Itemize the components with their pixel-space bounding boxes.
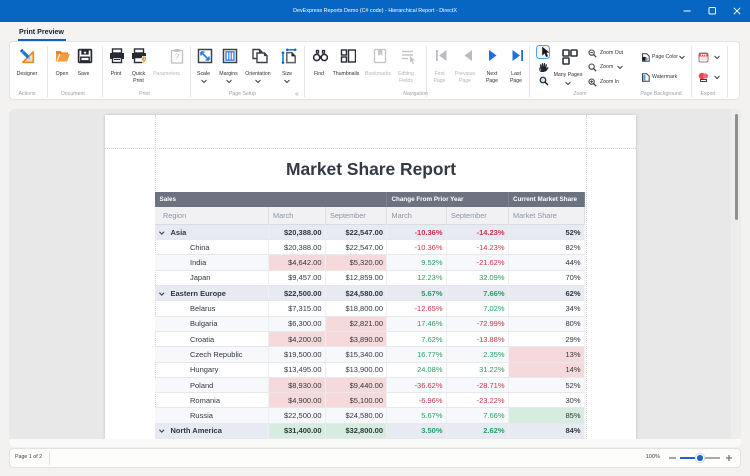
svg-text:?: ? (175, 53, 180, 62)
